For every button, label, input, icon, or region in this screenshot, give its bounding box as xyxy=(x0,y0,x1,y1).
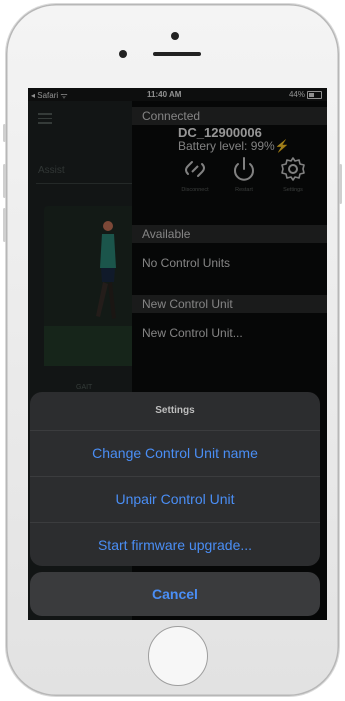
home-button[interactable] xyxy=(148,626,208,686)
volume-up-button xyxy=(3,164,6,198)
proximity-sensor xyxy=(171,32,179,40)
firmware-upgrade-button[interactable]: Start firmware upgrade... xyxy=(30,523,320,566)
volume-down-button xyxy=(3,208,6,242)
mute-switch xyxy=(3,124,6,142)
earpiece-speaker xyxy=(153,52,201,56)
cancel-button[interactable]: Cancel xyxy=(30,572,320,616)
unpair-button[interactable]: Unpair Control Unit xyxy=(30,477,320,523)
action-sheet-title: Settings xyxy=(30,392,320,431)
power-button xyxy=(339,164,342,204)
settings-action-sheet: Settings Change Control Unit name Unpair… xyxy=(30,392,320,566)
front-camera xyxy=(119,50,127,58)
phone-screen: ◂ Safari ᯤ 11:40 AM 44% Assist GAIT Conn… xyxy=(28,88,327,620)
change-name-button[interactable]: Change Control Unit name xyxy=(30,431,320,477)
